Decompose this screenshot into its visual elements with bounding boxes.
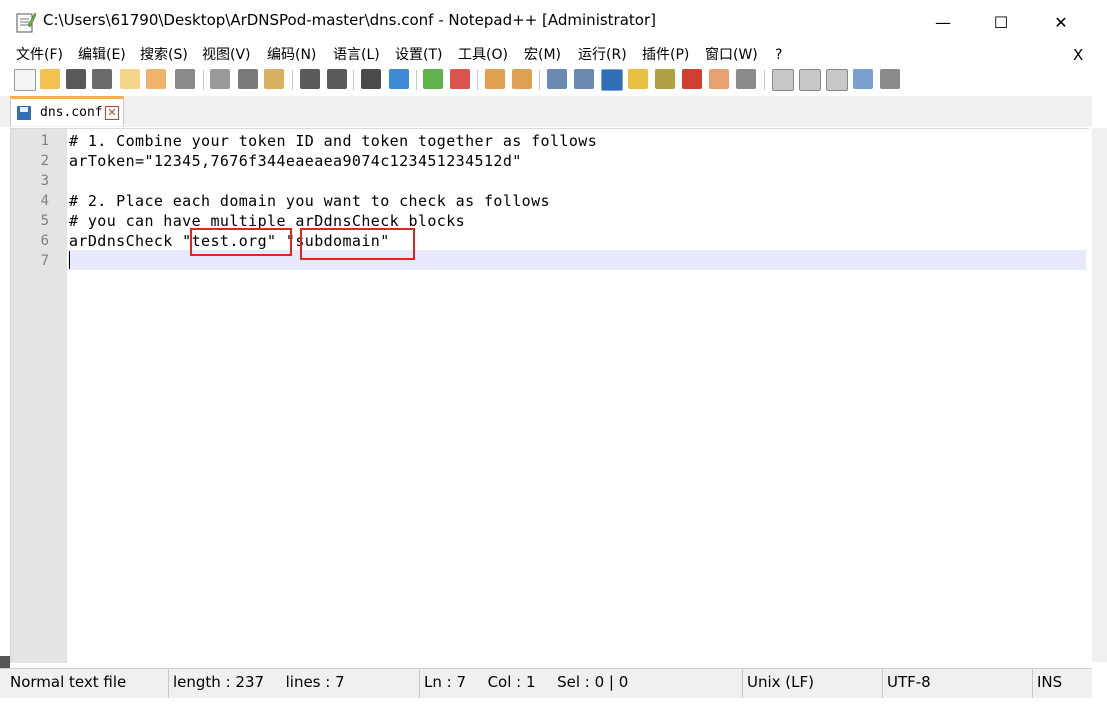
cut-icon[interactable] [210, 69, 230, 89]
menu-search[interactable]: 搜索(S) [140, 44, 188, 66]
line-number: 6 [40, 233, 49, 249]
line-number-gutter: 1 2 3 4 5 6 7 [11, 129, 67, 663]
tab-bar: dns.conf ✕ [0, 96, 1092, 127]
status-encoding[interactable]: UTF-8 [883, 669, 1033, 698]
redo-icon[interactable] [327, 69, 347, 89]
close-all-icon[interactable] [146, 69, 166, 89]
toolbar-separator [416, 70, 417, 90]
menu-bar: 文件(F) 编辑(E) 搜索(S) 视图(V) 编码(N) 语言(L) 设置(T… [0, 44, 1092, 66]
indent-guide-icon[interactable] [601, 69, 623, 91]
save-icon[interactable] [66, 69, 86, 89]
tab-dns-conf[interactable]: dns.conf ✕ [10, 96, 124, 126]
udl-icon[interactable] [628, 69, 648, 89]
text-caret [69, 251, 70, 269]
close-icon[interactable] [120, 69, 140, 89]
record-macro-icon[interactable] [772, 69, 794, 91]
maximize-button[interactable]: ☐ [972, 0, 1030, 44]
word-wrap-icon[interactable] [547, 69, 567, 89]
toolbar-separator [477, 70, 478, 90]
new-file-icon[interactable] [14, 69, 36, 91]
monitoring-icon[interactable] [736, 69, 756, 89]
menu-window[interactable]: 窗口(W) [705, 44, 758, 66]
close-window-button[interactable]: ✕ [1032, 0, 1090, 44]
menu-macro[interactable]: 宏(M) [524, 44, 561, 66]
status-col: Col : 1 [487, 673, 536, 691]
code-line[interactable]: # 1. Combine your token ID and token tog… [69, 131, 597, 151]
line-number: 5 [40, 213, 49, 229]
tab-label: dns.conf [40, 105, 103, 120]
toolbar-separator [292, 70, 293, 90]
menu-file[interactable]: 文件(F) [16, 44, 63, 66]
status-position: Ln : 7 Col : 1 Sel : 0 | 0 [420, 669, 743, 698]
menu-language[interactable]: 语言(L) [333, 44, 380, 66]
find-icon[interactable] [361, 69, 381, 89]
close-tab-icon[interactable]: ✕ [105, 106, 119, 120]
line-number: 4 [40, 193, 49, 209]
title-bar: C:\Users\61790\Desktop\ArDNSPod-master\d… [0, 0, 1100, 44]
status-sel: Sel : 0 | 0 [557, 673, 629, 691]
menu-encoding[interactable]: 编码(N) [267, 44, 316, 66]
status-lines: lines : 7 [285, 673, 345, 691]
print-icon[interactable] [175, 69, 195, 89]
stop-macro-icon[interactable] [799, 69, 821, 91]
close-document-button[interactable]: X [1073, 44, 1083, 66]
status-length: length : 237 [173, 673, 265, 691]
annotation-box-test-org [190, 228, 292, 256]
toolbar-separator [203, 70, 204, 90]
toolbar-separator [764, 70, 765, 90]
code-line[interactable]: # 2. Place each domain you want to check… [69, 191, 550, 211]
menu-help[interactable]: ? [775, 44, 782, 66]
menu-run[interactable]: 运行(R) [578, 44, 627, 66]
save-all-icon[interactable] [92, 69, 112, 89]
toolbar-separator [353, 70, 354, 90]
line-number: 3 [40, 173, 49, 189]
paste-icon[interactable] [264, 69, 284, 89]
vertical-scrollbar[interactable] [1092, 128, 1107, 662]
zoom-out-icon[interactable] [450, 69, 470, 89]
toolbar [0, 66, 1092, 94]
menu-plugins[interactable]: 插件(P) [642, 44, 689, 66]
minimize-button[interactable]: — [914, 0, 972, 44]
status-eol[interactable]: Unix (LF) [743, 669, 883, 698]
zoom-in-icon[interactable] [423, 69, 443, 89]
menu-tools[interactable]: 工具(O) [458, 44, 508, 66]
line-number: 7 [40, 253, 49, 269]
annotation-box-subdomain [300, 228, 415, 260]
undo-icon[interactable] [300, 69, 320, 89]
sync-vertical-icon[interactable] [485, 69, 505, 89]
menu-settings[interactable]: 设置(T) [395, 44, 442, 66]
doc-map-icon[interactable] [655, 69, 675, 89]
status-bar: Normal text file length : 237 lines : 7 … [0, 668, 1092, 698]
line-number: 2 [40, 153, 49, 169]
run-macro-multiple-icon[interactable] [853, 69, 873, 89]
notepad-plus-plus-icon [16, 12, 36, 33]
show-all-chars-icon[interactable] [574, 69, 594, 89]
folder-workspace-icon[interactable] [709, 69, 729, 89]
sync-horizontal-icon[interactable] [512, 69, 532, 89]
status-file-type: Normal text file [6, 669, 169, 698]
replace-icon[interactable] [389, 69, 409, 89]
save-macro-icon[interactable] [880, 69, 900, 89]
menu-view[interactable]: 视图(V) [202, 44, 251, 66]
function-list-icon[interactable] [682, 69, 702, 89]
status-ln: Ln : 7 [424, 673, 466, 691]
status-length-lines: length : 237 lines : 7 [169, 669, 420, 698]
open-file-icon[interactable] [40, 69, 60, 89]
saved-file-icon [17, 106, 31, 120]
copy-icon[interactable] [238, 69, 258, 89]
toolbar-separator [539, 70, 540, 90]
code-line[interactable]: arToken="12345,7676f344eaeaea9074c123451… [69, 151, 522, 171]
menu-edit[interactable]: 编辑(E) [78, 44, 126, 66]
text-editor[interactable]: 1 2 3 4 5 6 7 # 1. Combine your token ID… [10, 128, 1089, 663]
window-title: C:\Users\61790\Desktop\ArDNSPod-master\d… [43, 11, 656, 29]
play-macro-icon[interactable] [826, 69, 848, 91]
status-mode: INS [1037, 673, 1063, 691]
line-number: 1 [40, 133, 49, 149]
